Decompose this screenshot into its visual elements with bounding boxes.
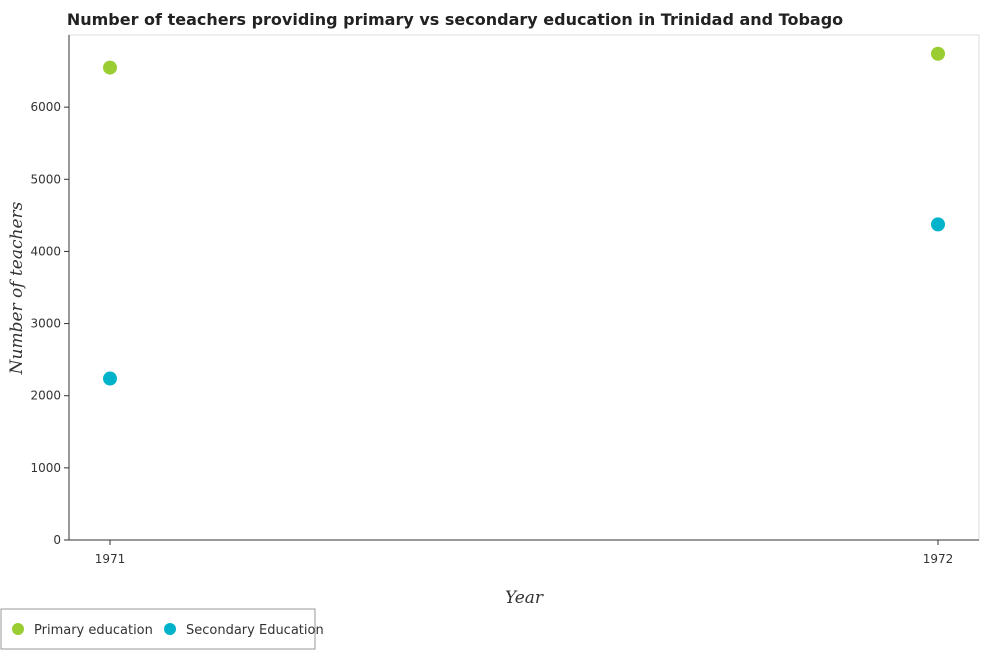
legend-label: Secondary Education <box>186 623 324 638</box>
legend-label: Primary education <box>34 623 153 638</box>
y-tick-label: 4000 <box>30 244 61 258</box>
data-point <box>931 217 945 232</box>
y-tick-label: 6000 <box>30 100 61 114</box>
y-tick-label: 1000 <box>30 461 61 475</box>
legend: Primary education Secondary Education <box>0 608 324 650</box>
chart-title: Number of teachers providing primary vs … <box>67 10 843 29</box>
x-axis-label: Year <box>505 588 544 608</box>
chart-area: Number of teachers providing primary vs … <box>0 10 980 650</box>
plot-border <box>68 34 980 541</box>
legend-marker <box>164 623 176 635</box>
data-point <box>103 371 117 386</box>
y-tick-label: 2000 <box>30 389 61 403</box>
y-tick-label: 3000 <box>30 317 61 331</box>
y-axis-label: Number of teachers <box>7 201 27 375</box>
plot-area: 0 1000 2000 3000 4000 5000 6000 1971 1972 <box>30 34 980 566</box>
legend-marker <box>12 623 24 635</box>
x-tick-label: 1971 <box>95 552 126 566</box>
x-tick-label: 1972 <box>923 552 954 566</box>
data-point <box>103 60 117 75</box>
data-point <box>931 46 945 61</box>
y-tick-label: 5000 <box>30 172 61 186</box>
y-tick-label: 0 <box>53 533 61 547</box>
